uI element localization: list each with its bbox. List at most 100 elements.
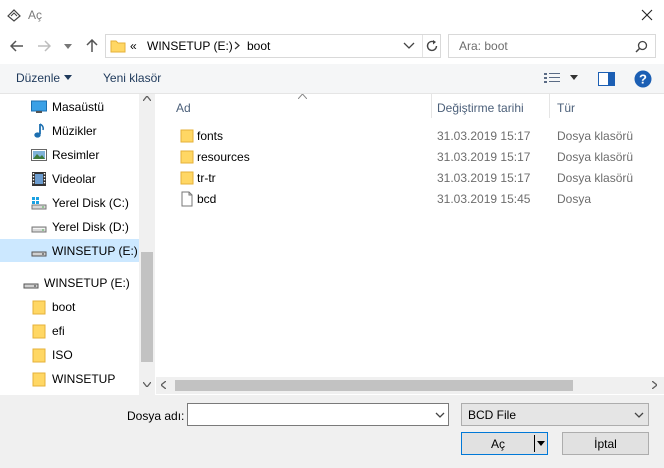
sort-ascending-icon — [298, 94, 307, 99]
title-bar: Aç — [0, 0, 664, 30]
nav-item-winsetup-selected[interactable]: WINSETUP (E:) — [0, 239, 140, 262]
recent-locations-button[interactable] — [58, 36, 78, 56]
search-input[interactable]: Ara: boot — [448, 34, 656, 58]
back-arrow-icon — [10, 40, 23, 52]
nav-item-winsetup-root[interactable]: WINSETUP (E:) — [0, 271, 140, 294]
navigation-pane: Masaüstü Müzikler Resimler Videolar Yere… — [0, 94, 155, 395]
file-row[interactable]: resources 31.03.2019 15:17 Dosya klasörü — [172, 147, 652, 168]
filetype-value: BCD File — [468, 408, 517, 422]
filetype-select[interactable]: BCD File — [461, 403, 649, 426]
file-name: fonts — [197, 129, 224, 143]
chevron-down-icon — [435, 412, 445, 418]
svg-text:?: ? — [639, 72, 647, 87]
up-arrow-icon — [86, 39, 98, 52]
chevron-right-icon[interactable] — [234, 41, 240, 50]
file-row[interactable]: bcd 31.03.2019 15:45 Dosya — [172, 189, 652, 210]
chevron-down-icon[interactable] — [143, 382, 151, 387]
windows-drive-icon — [31, 195, 47, 211]
nav-item-drive-c[interactable]: Yerel Disk (C:) — [0, 191, 140, 214]
search-icon[interactable] — [635, 40, 648, 53]
drive-icon — [31, 219, 47, 235]
window-title: Aç — [28, 8, 43, 22]
column-divider[interactable] — [549, 94, 550, 118]
filename-history-dropdown[interactable] — [435, 412, 445, 418]
address-divider — [422, 35, 423, 57]
folder-icon — [31, 371, 47, 387]
nav-item-winsetup-folder[interactable]: WINSETUP — [0, 367, 140, 390]
nav-item-label: WINSETUP (E:) — [44, 276, 130, 290]
chevron-left-icon[interactable] — [161, 381, 166, 389]
new-folder-button[interactable]: Yeni klasör — [103, 71, 161, 85]
file-name: bcd — [197, 192, 217, 206]
preview-pane-icon[interactable] — [598, 72, 615, 86]
file-row[interactable]: tr-tr 31.03.2019 15:17 Dosya klasörü — [172, 168, 652, 189]
address-dropdown-button[interactable] — [403, 40, 415, 50]
chevron-up-icon[interactable] — [143, 96, 151, 101]
horizontal-scrollbar[interactable] — [156, 377, 664, 394]
help-icon[interactable]: ? — [634, 70, 652, 88]
command-bar: Düzenle Yeni klasör ? — [0, 64, 664, 94]
nav-item-desktop[interactable]: Masaüstü — [0, 95, 140, 118]
horizontal-scroll-thumb[interactable] — [175, 380, 573, 391]
nav-item-iso[interactable]: ISO — [0, 343, 140, 366]
up-button[interactable] — [82, 36, 102, 56]
nav-item-label: Yerel Disk (D:) — [52, 220, 129, 234]
file-name: resources — [197, 150, 250, 164]
refresh-button[interactable] — [425, 39, 439, 53]
nav-scrollbar[interactable] — [139, 94, 155, 395]
nav-item-label: efi — [52, 324, 65, 338]
nav-item-music[interactable]: Müzikler — [0, 119, 140, 142]
nav-item-label: ISO — [52, 348, 73, 362]
view-details-icon[interactable] — [543, 72, 561, 86]
cancel-button-label: İptal — [594, 437, 617, 451]
file-date: 31.03.2019 15:17 — [437, 129, 531, 143]
file-date: 31.03.2019 15:45 — [437, 192, 531, 206]
folder-icon — [31, 299, 47, 315]
folder-icon — [180, 128, 194, 143]
close-button[interactable] — [636, 4, 658, 26]
forward-arrow-icon — [38, 40, 51, 52]
nav-item-pictures[interactable]: Resimler — [0, 143, 140, 166]
nav-item-label: WINSETUP (E:) — [52, 244, 138, 258]
usb-drive-icon — [23, 275, 39, 291]
address-overflow[interactable]: « — [130, 39, 137, 53]
file-row[interactable]: fonts 31.03.2019 15:17 Dosya klasörü — [172, 126, 652, 147]
chevron-down-icon — [537, 441, 545, 446]
videos-icon — [31, 171, 47, 187]
nav-item-boot[interactable]: boot — [0, 295, 140, 318]
organize-button[interactable]: Düzenle — [16, 71, 60, 85]
folder-icon — [31, 323, 47, 339]
nav-item-label: Masaüstü — [52, 100, 105, 114]
column-header-date[interactable]: Değiştirme tarihi — [437, 101, 524, 115]
address-bar[interactable]: « WINSETUP (E:) boot — [105, 34, 441, 58]
nav-item-efi[interactable]: efi — [0, 319, 140, 342]
nav-item-videos[interactable]: Videolar — [0, 167, 140, 190]
dialog-footer: Dosya adı: BCD File Aç İptal — [0, 395, 664, 468]
nav-item-label: Müzikler — [52, 124, 97, 138]
address-segment-drive[interactable]: WINSETUP (E:) — [147, 39, 233, 53]
file-type: Dosya klasörü — [557, 150, 634, 164]
split-divider — [534, 435, 535, 452]
column-header-type[interactable]: Tür — [557, 101, 575, 115]
back-button[interactable] — [7, 36, 27, 56]
chevron-right-icon[interactable] — [652, 381, 657, 389]
forward-button[interactable] — [34, 36, 54, 56]
search-placeholder: Ara: boot — [459, 39, 508, 53]
filename-input[interactable] — [187, 403, 449, 426]
file-list: Ad Değiştirme tarihi Tür fonts 31.03.201… — [156, 94, 664, 395]
view-options-dropdown[interactable] — [570, 75, 578, 80]
file-type: Dosya klasörü — [557, 129, 634, 143]
nav-item-drive-d[interactable]: Yerel Disk (D:) — [0, 215, 140, 238]
nav-item-label: Yerel Disk (C:) — [52, 196, 129, 210]
open-options-dropdown[interactable] — [537, 441, 545, 446]
chevron-down-icon — [570, 75, 578, 80]
folder-icon — [180, 170, 194, 185]
desktop-icon — [31, 99, 47, 115]
address-segment-folder[interactable]: boot — [247, 39, 270, 53]
open-button[interactable]: Aç — [461, 432, 548, 455]
cancel-button[interactable]: İptal — [562, 432, 649, 455]
close-icon — [641, 9, 653, 21]
column-divider[interactable] — [431, 94, 432, 118]
nav-scroll-thumb[interactable] — [141, 252, 153, 362]
column-header-name[interactable]: Ad — [176, 101, 191, 115]
